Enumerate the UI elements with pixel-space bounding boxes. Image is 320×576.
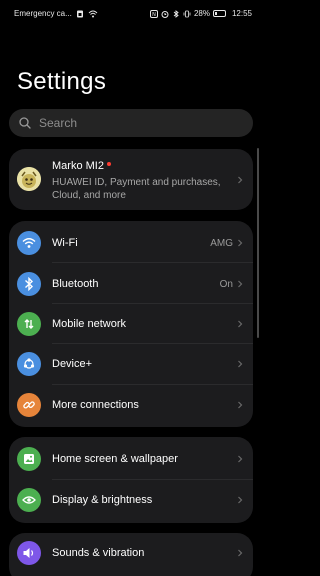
settings-item-wifi[interactable]: Wi-Fi AMG — [9, 223, 253, 263]
settings-item-more-connections[interactable]: More connections — [9, 385, 253, 425]
wifi-icon — [17, 231, 41, 255]
sound-group: Sounds & vibration — [9, 533, 253, 576]
settings-item-mobile-network[interactable]: Mobile network — [9, 304, 253, 344]
chevron-right-icon — [238, 496, 243, 504]
sim-icon — [76, 10, 83, 17]
settings-item-value: AMG — [210, 237, 233, 249]
chevron-right-icon — [238, 455, 243, 463]
profile-name-row: Marko MI2 — [52, 160, 111, 172]
alarm-icon — [161, 10, 169, 18]
scrollbar[interactable] — [257, 148, 259, 338]
settings-item-label: Bluetooth — [52, 278, 99, 290]
profile-subtitle: HUAWEI ID, Payment and purchases, Cloud,… — [52, 177, 221, 201]
chevron-right-icon — [238, 239, 243, 247]
volume-icon — [17, 541, 41, 565]
vibrate-icon — [183, 10, 191, 17]
carrier-text: Emergency ca... — [14, 9, 72, 18]
eye-icon — [17, 488, 41, 512]
settings-item-display-brightness[interactable]: Display & brightness — [9, 480, 253, 520]
avatar — [17, 167, 41, 191]
notification-dot — [106, 162, 111, 166]
device-plus-icon — [17, 352, 41, 376]
link-icon — [17, 393, 41, 417]
chevron-right-icon — [238, 280, 243, 288]
nfc-icon: N — [149, 9, 158, 18]
settings-item-home-screen-wallpaper[interactable]: Home screen & wallpaper — [9, 439, 253, 479]
svg-text:N: N — [152, 12, 156, 18]
chevron-right-icon — [238, 320, 243, 328]
divider — [52, 262, 253, 263]
settings-item-label: Sounds & vibration — [52, 547, 145, 559]
settings-item-label: Wi-Fi — [52, 237, 78, 249]
settings-item-bluetooth[interactable]: Bluetooth On — [9, 264, 253, 304]
settings-item-value: On — [219, 278, 233, 290]
bluetooth-icon — [17, 272, 41, 296]
settings-item-label: Mobile network — [52, 318, 126, 330]
chevron-right-icon — [238, 176, 243, 184]
search-bar[interactable]: Search — [9, 109, 253, 137]
wallpaper-icon — [17, 447, 41, 471]
search-placeholder: Search — [39, 116, 78, 130]
chevron-right-icon — [238, 549, 243, 557]
status-time: 12:55 — [231, 9, 252, 18]
mobile-network-icon — [17, 312, 41, 336]
settings-item-device-plus[interactable]: Device+ — [9, 344, 253, 384]
settings-item-sounds-vibration[interactable]: Sounds & vibration — [9, 533, 253, 573]
battery-percent: 28% — [193, 9, 210, 18]
settings-item-label: More connections — [52, 399, 139, 411]
display-group: Home screen & wallpaper Display & bright… — [9, 437, 253, 523]
status-bar: Emergency ca... N 28% 12:55 — [0, 0, 262, 28]
wifi-icon — [88, 10, 98, 17]
avatar-image — [17, 167, 41, 191]
profile-card[interactable]: Marko MI2 HUAWEI ID, Payment and purchas… — [9, 149, 253, 210]
search-icon — [19, 117, 31, 129]
connectivity-group: Wi-Fi AMG Bluetooth On Mobile network De… — [9, 221, 253, 427]
battery-level-fill — [214, 12, 218, 15]
battery-icon — [212, 10, 226, 17]
settings-item-label: Device+ — [52, 358, 93, 370]
settings-item-label: Display & brightness — [52, 494, 153, 506]
chevron-right-icon — [238, 360, 243, 368]
page-title: Settings — [17, 68, 107, 95]
chevron-right-icon — [238, 401, 243, 409]
settings-item-label: Home screen & wallpaper — [52, 453, 178, 465]
profile-name: Marko MI2 — [52, 160, 104, 172]
bluetooth-icon — [173, 9, 179, 18]
